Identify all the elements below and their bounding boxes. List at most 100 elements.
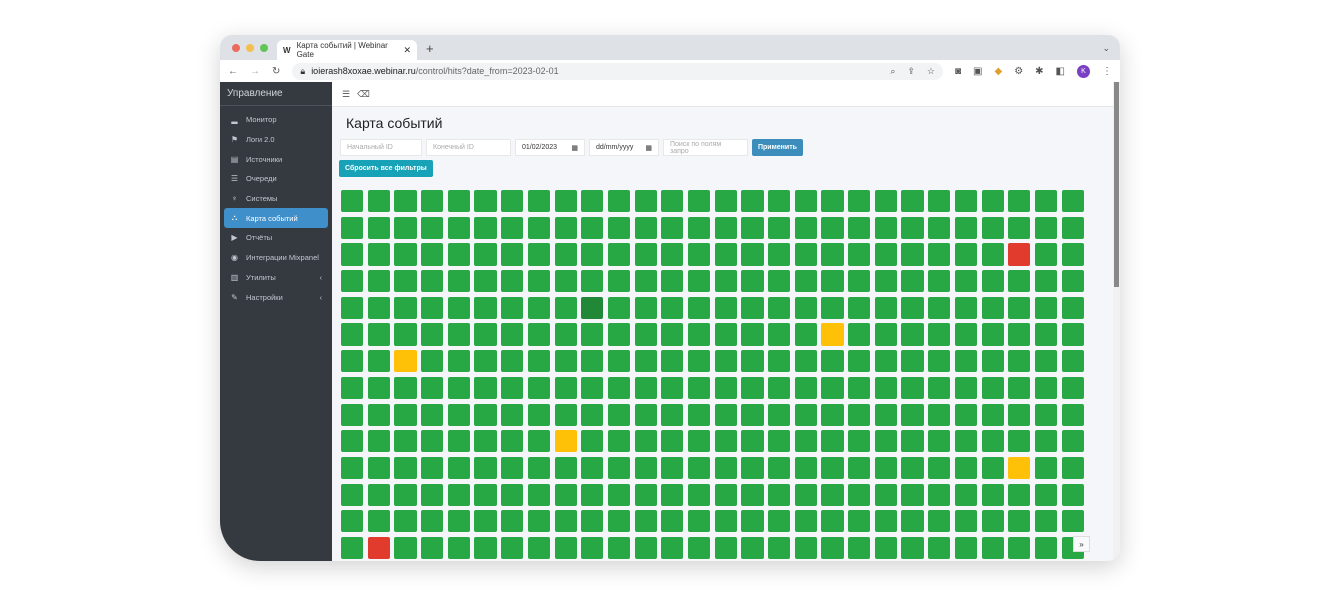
event-cell-ok[interactable] [474, 296, 497, 319]
event-cell-ok[interactable] [554, 403, 577, 426]
event-cell-ok[interactable] [901, 456, 924, 480]
event-cell-warning[interactable] [1008, 456, 1031, 480]
event-cell-ok[interactable] [848, 510, 871, 533]
event-cell-ok[interactable] [1008, 216, 1031, 239]
event-cell-ok[interactable] [501, 296, 524, 319]
event-cell-ok[interactable] [581, 456, 604, 480]
event-cell-ok[interactable] [741, 190, 764, 213]
share-icon[interactable]: ⇪ [907, 66, 915, 77]
event-cell-ok[interactable] [421, 270, 444, 293]
event-cell-ok[interactable] [634, 190, 657, 213]
back-icon[interactable]: ← [228, 66, 238, 77]
event-cell-ok[interactable] [367, 216, 390, 239]
kebab-menu-icon[interactable]: ⋮ [1102, 66, 1112, 77]
event-cell-ok[interactable] [741, 323, 764, 346]
event-cell-ok[interactable] [874, 296, 897, 319]
event-cell-ok[interactable] [554, 270, 577, 293]
event-cell-ok[interactable] [768, 430, 791, 453]
puzzle-icon[interactable]: ✱ [1035, 66, 1043, 77]
sidebar-item-7[interactable]: ◉ Интеграции Mixpanel [224, 248, 328, 268]
event-cell-ok[interactable] [1008, 403, 1031, 426]
event-cell-ok[interactable] [848, 376, 871, 399]
extension-badge-icon[interactable]: ◆ [994, 66, 1002, 77]
event-cell-ok[interactable] [607, 403, 631, 426]
event-cell-ok[interactable] [581, 483, 604, 506]
event-cell-ok[interactable] [981, 270, 1004, 293]
event-cell-ok[interactable] [527, 243, 550, 266]
event-cell-ok[interactable] [661, 483, 684, 506]
event-cell-ok[interactable] [714, 323, 737, 346]
event-cell-ok[interactable] [447, 536, 470, 560]
event-cell-ok[interactable] [607, 270, 631, 293]
scroll-down-button[interactable]: » [1073, 536, 1090, 552]
event-cell-ok[interactable] [421, 323, 444, 346]
event-cell-ok[interactable] [607, 190, 631, 213]
event-cell-ok[interactable] [901, 510, 924, 533]
event-cell-ok[interactable] [421, 536, 444, 560]
event-cell-ok[interactable] [954, 510, 977, 533]
event-cell-ok[interactable] [981, 430, 1004, 453]
event-cell-ok[interactable] [741, 403, 764, 426]
event-cell-ok[interactable] [447, 456, 470, 480]
event-cell-ok[interactable] [714, 270, 737, 293]
event-cell-ok[interactable] [447, 376, 470, 399]
event-cell-ok[interactable] [901, 296, 924, 319]
event-cell-ok[interactable] [661, 350, 684, 373]
event-cell-ok[interactable] [581, 216, 604, 239]
event-cell-ok[interactable] [341, 270, 364, 293]
event-cell-ok[interactable] [1008, 270, 1031, 293]
event-cell-ok[interactable] [901, 270, 924, 293]
event-cell-ok[interactable] [794, 376, 817, 399]
maximize-window-button[interactable] [260, 44, 268, 52]
event-cell-ok[interactable] [661, 456, 684, 480]
new-tab-button[interactable]: + [426, 41, 434, 56]
sidebar-item-1[interactable]: ⚑ Логи 2.0 [224, 130, 328, 150]
event-cell-ok[interactable] [341, 430, 364, 453]
event-cell-ok[interactable] [581, 350, 604, 373]
event-cell-ok[interactable] [447, 323, 470, 346]
event-cell-ok[interactable] [981, 216, 1004, 239]
event-cell-ok[interactable] [394, 243, 417, 266]
calendar-icon[interactable]: ▦ [571, 144, 578, 152]
event-cell-ok[interactable] [928, 483, 951, 506]
event-cell-ok[interactable] [1008, 510, 1031, 533]
event-cell-ok[interactable] [1008, 350, 1031, 373]
event-cell-ok[interactable] [394, 483, 417, 506]
event-cell-ok[interactable] [741, 270, 764, 293]
event-cell-ok[interactable] [714, 456, 737, 480]
event-cell-ok[interactable] [501, 510, 524, 533]
event-cell-ok[interactable] [661, 323, 684, 346]
event-cell-ok[interactable] [394, 430, 417, 453]
event-cell-ok[interactable] [741, 243, 764, 266]
event-cell-ok[interactable] [714, 216, 737, 239]
event-cell-ok[interactable] [661, 510, 684, 533]
event-cell-ok[interactable] [367, 270, 390, 293]
event-cell-ok[interactable] [607, 216, 631, 239]
event-cell-ok[interactable] [1034, 270, 1058, 293]
browser-tab[interactable]: W Карта событий | Webinar Gate ✕ [277, 40, 417, 60]
event-cell-ok[interactable] [474, 536, 497, 560]
event-cell-ok[interactable] [794, 296, 817, 319]
event-cell-ok[interactable] [687, 350, 711, 373]
event-cell-ok[interactable] [874, 456, 897, 480]
event-cell-ok[interactable] [768, 190, 791, 213]
event-cell-ok[interactable] [687, 216, 711, 239]
event-cell-ok[interactable] [501, 536, 524, 560]
event-cell-ok[interactable] [874, 216, 897, 239]
event-cell-ok[interactable] [421, 243, 444, 266]
event-cell-ok[interactable] [394, 376, 417, 399]
event-cell-ok[interactable] [794, 323, 817, 346]
event-cell-ok[interactable] [981, 350, 1004, 373]
event-cell-ok[interactable] [447, 483, 470, 506]
event-cell-ok[interactable] [821, 243, 844, 266]
event-cell-ok[interactable] [901, 350, 924, 373]
event-cell-ok[interactable] [501, 456, 524, 480]
event-cell-ok[interactable] [928, 323, 951, 346]
event-cell-ok[interactable] [1034, 376, 1058, 399]
event-cell-ok[interactable] [607, 430, 631, 453]
end-id-input[interactable]: Конечный ID [426, 139, 511, 156]
sidebar-item-6[interactable]: ▶ Отчёты [224, 228, 328, 248]
event-cell-ok[interactable] [447, 350, 470, 373]
event-cell-ok[interactable] [634, 243, 657, 266]
event-cell-ok[interactable] [821, 536, 844, 560]
